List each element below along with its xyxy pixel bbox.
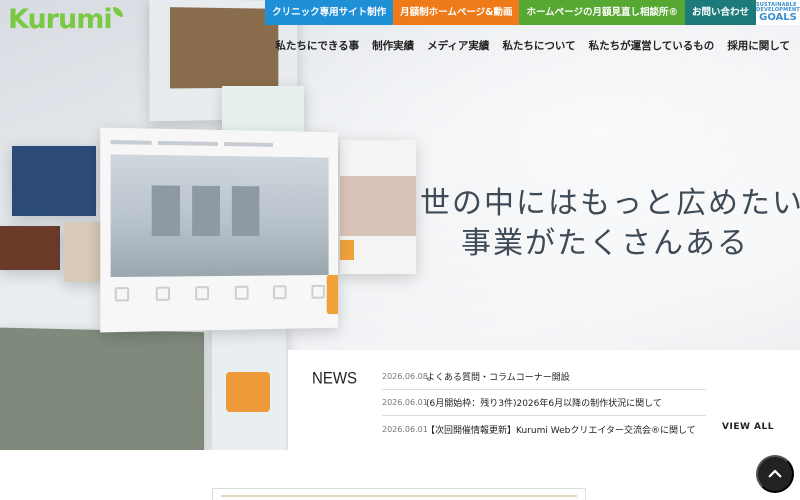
content-card [212,488,586,500]
nav-item-operations[interactable]: 私たちが運営しているもの [589,38,715,53]
nav-item-services[interactable]: 私たちにできる事 [275,38,359,53]
showcase-tile [340,140,416,274]
monthly-homepage-link[interactable]: 月額制ホームページ&動画 [393,0,520,25]
nav-item-recruit[interactable]: 採用に関して [727,38,790,53]
news-title: NEWS [312,369,357,388]
nav-item-works[interactable]: 制作実績 [372,38,414,53]
view-all-link[interactable]: VIEW ALL [722,422,774,432]
news-list: 2026.06.08 よくある質問・コラムコーナー開設 2026.06.01 (… [382,364,706,442]
clinic-site-link[interactable]: クリニック専用サイト制作 [265,0,394,25]
news-text: 【次回開催情報更新】Kurumi Webクリエイター交流会®に関して [426,425,696,436]
clinic-site-screenshot [100,127,339,333]
news-item[interactable]: 2026.06.01 (6月開始枠：残り3件)2026年6月以降の制作状況に関し… [382,390,706,416]
hero-headline-line2: 事業がたくさんある [461,226,749,261]
main-nav: 私たちにできる事 制作実績 メディア実績 私たちについて 私たちが運営しているも… [275,38,790,53]
news-item[interactable]: 2026.06.08 よくある質問・コラムコーナー開設 [382,364,706,390]
showcase-tile [0,226,60,270]
sdgs-logo-line1: SUSTAINABLE DEVELOPMENT [756,1,800,13]
news-date: 2026.06.08 [382,372,428,381]
logo-text: Kurumi [8,3,113,35]
nav-item-about[interactable]: 私たちについて [502,38,575,53]
sdgs-logo[interactable]: SUSTAINABLE DEVELOPMENT GOALS [756,0,800,25]
contact-link[interactable]: お問い合わせ [684,0,756,25]
scroll-to-top-button[interactable] [756,455,794,493]
leaf-icon [112,7,123,17]
site-logo[interactable]: Kurumi [8,3,123,35]
showcase-tile [12,146,96,216]
top-action-bar: クリニック専用サイト制作 月額制ホームページ&動画 ホームページの月額見直し相談… [265,0,800,25]
showcase-tile [212,320,286,450]
nav-item-media[interactable]: メディア実績 [427,38,489,53]
sdgs-logo-line2: GOALS [759,11,797,23]
monthly-review-link[interactable]: ホームページの月額見直し相談所® [519,0,685,25]
hero-headline: 世の中にはもっと広めたい 事業がたくさんある [420,184,800,264]
showcase-tile [222,86,304,136]
news-panel: NEWS 2026.06.08 よくある質問・コラムコーナー開設 2026.06… [288,350,800,450]
chevron-up-icon [768,469,782,478]
news-item[interactable]: 2026.06.01 【次回開催情報更新】Kurumi Webクリエイター交流会… [382,416,706,442]
news-date: 2026.06.01 [382,398,428,407]
news-text: (6月開始枠：残り3件)2026年6月以降の制作状況に関して [426,399,662,409]
hero-headline-line1: 世の中にはもっと広めたい [420,186,800,221]
showcase-tile [0,327,205,450]
news-date: 2026.06.01 [382,424,428,434]
showcase-tile [64,222,104,282]
news-text: よくある質問・コラムコーナー開設 [426,373,570,383]
